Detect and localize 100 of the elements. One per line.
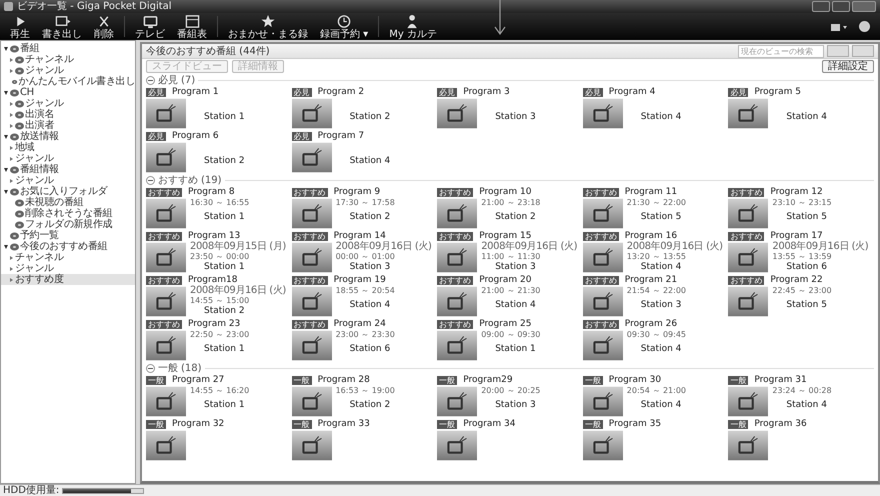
program-title[interactable]: Program 3 [463,87,510,97]
program-title[interactable]: Program 32 [172,419,224,429]
program-title[interactable]: Program 4 [608,87,656,97]
tree-item[interactable]: ジャンル [1,263,135,274]
disc-icon [10,132,19,140]
tree-item[interactable]: 地域 [1,142,135,153]
tree-item[interactable]: 予約一覧 [1,230,135,241]
program-title[interactable]: Program 36 [754,419,807,429]
tree-item[interactable]: 今後のおすすめ番組 [1,241,135,252]
collapse-icon[interactable] [146,176,155,184]
program-title[interactable]: Program29 [463,375,513,385]
collapse-icon[interactable] [146,364,155,372]
program-title[interactable]: Program 1 [172,87,219,97]
station-name: Station 2 [203,306,246,317]
category-badge: 一般 [437,420,458,428]
category-badge: 必見 [437,88,458,96]
station-name: Station 3 [348,262,392,273]
program-title[interactable]: Program 17 [770,231,823,241]
program-title[interactable]: Program 19 [334,275,386,285]
collapse-icon[interactable] [146,76,155,84]
tree-item[interactable]: 削除されそうな番組 [1,208,135,219]
broadcast-time: 23:50 ～ 00:00 [190,252,250,262]
tv-icon [582,242,623,273]
toolbar-button[interactable]: テレビ [129,13,171,40]
station-name: Station 1 [203,112,245,123]
toolbar-button[interactable]: 番組表 [171,13,213,40]
tree-item[interactable]: かんたんモバイル書き出し [1,76,135,87]
program-title[interactable]: Program 13 [188,231,240,241]
program-title[interactable]: Program 21 [624,275,678,285]
program-title[interactable]: Program 11 [624,187,678,197]
program-title[interactable]: Program 9 [334,187,380,197]
disc-icon [15,210,24,218]
toolbar-button[interactable]: My カルテ [383,13,443,40]
program-title[interactable]: Program 24 [334,319,386,329]
category-badge: 必見 [146,132,166,140]
category-badge: 一般 [728,376,748,384]
program-title[interactable]: Program 22 [770,275,823,285]
tree-item[interactable]: ジャンル [1,175,135,186]
category-badge: おすすめ [292,276,328,284]
tree-item[interactable]: ジャンル [1,98,135,109]
program-title[interactable]: Program 5 [754,87,801,97]
program-title[interactable]: Program 27 [172,375,224,385]
program-title[interactable]: Program 28 [318,375,370,385]
tree-item[interactable]: お気に入りフォルダ [1,186,135,197]
toolbar-button[interactable]: 削除 [88,13,120,40]
program-title[interactable]: Program 15 [479,231,532,241]
station-name: Station 3 [494,112,536,123]
program-title[interactable]: Program 12 [770,187,823,197]
tree-item[interactable]: 放送情報 [1,131,135,142]
program-title[interactable]: Program 34 [463,419,516,429]
station-name: Station 4 [640,262,682,273]
tree-item[interactable]: 出演名 [1,109,135,120]
program-title[interactable]: Program 16 [624,231,678,241]
guide-icon [184,14,200,28]
tree-item[interactable]: チャンネル [1,252,135,263]
program-title[interactable]: Program 10 [479,187,532,197]
tv-icon [728,430,768,461]
tree-item[interactable]: 番組 [1,43,135,54]
tree-item[interactable]: チャンネル [1,54,135,65]
tree-item[interactable]: 出演者 [1,120,135,131]
clock-icon [336,14,353,28]
program-title[interactable]: Program 33 [318,419,370,429]
program-title[interactable]: Program 2 [318,87,364,97]
program-title[interactable]: Program 14 [334,231,386,241]
program-title[interactable]: Program 7 [318,131,364,141]
section-title: おすすめ [158,174,198,187]
broadcast-time: 16:53 ～ 19:00 [336,386,395,396]
program-title[interactable]: Program 23 [188,319,240,329]
station-name: Station 2 [348,212,392,223]
tree-item[interactable]: 番組情報 [1,164,135,175]
maximize-button[interactable] [832,1,850,12]
toolbar-button[interactable]: おまかせ・まる録 [222,13,314,40]
tree-item[interactable]: CH [1,87,135,98]
tv-icon [292,142,332,173]
tree-item[interactable]: フォルダの新規作成 [1,219,135,230]
settings-button[interactable]: 詳細設定 [822,60,874,73]
toolbar-button[interactable]: 再生 [4,13,36,40]
tree-item[interactable]: ジャンル [1,153,135,164]
program-title[interactable]: Program 35 [608,419,662,429]
program-title[interactable]: Program 20 [479,275,532,285]
disc-icon [10,232,19,240]
program-title[interactable]: Program 25 [479,319,532,329]
toolbar-button[interactable]: 書き出し [36,13,88,40]
minimize-button[interactable] [812,1,830,12]
program-title[interactable]: Program 26 [624,319,678,329]
tree-item[interactable]: ジャンル [1,65,135,76]
tree-item[interactable]: おすすめ度 [1,274,135,285]
view-title: 今後のおすすめ番組 (44件) [146,44,270,58]
category-badge: 必見 [582,88,603,96]
toolbar-button[interactable]: 録画予約 ▾ [314,13,374,40]
category-badge: 一般 [292,376,312,384]
tv-icon [728,98,768,129]
program-title[interactable]: Program 8 [188,187,235,197]
tree-item[interactable]: 未視聴の番組 [1,197,135,208]
program-title[interactable]: Program 6 [172,131,219,141]
program-title[interactable]: Program 30 [608,375,662,385]
search-field[interactable]: 現在のビューの検索 [738,44,824,58]
category-badge: おすすめ [437,188,474,196]
program-title[interactable]: Program 31 [754,375,807,385]
program-title[interactable]: Program18 [188,275,238,285]
